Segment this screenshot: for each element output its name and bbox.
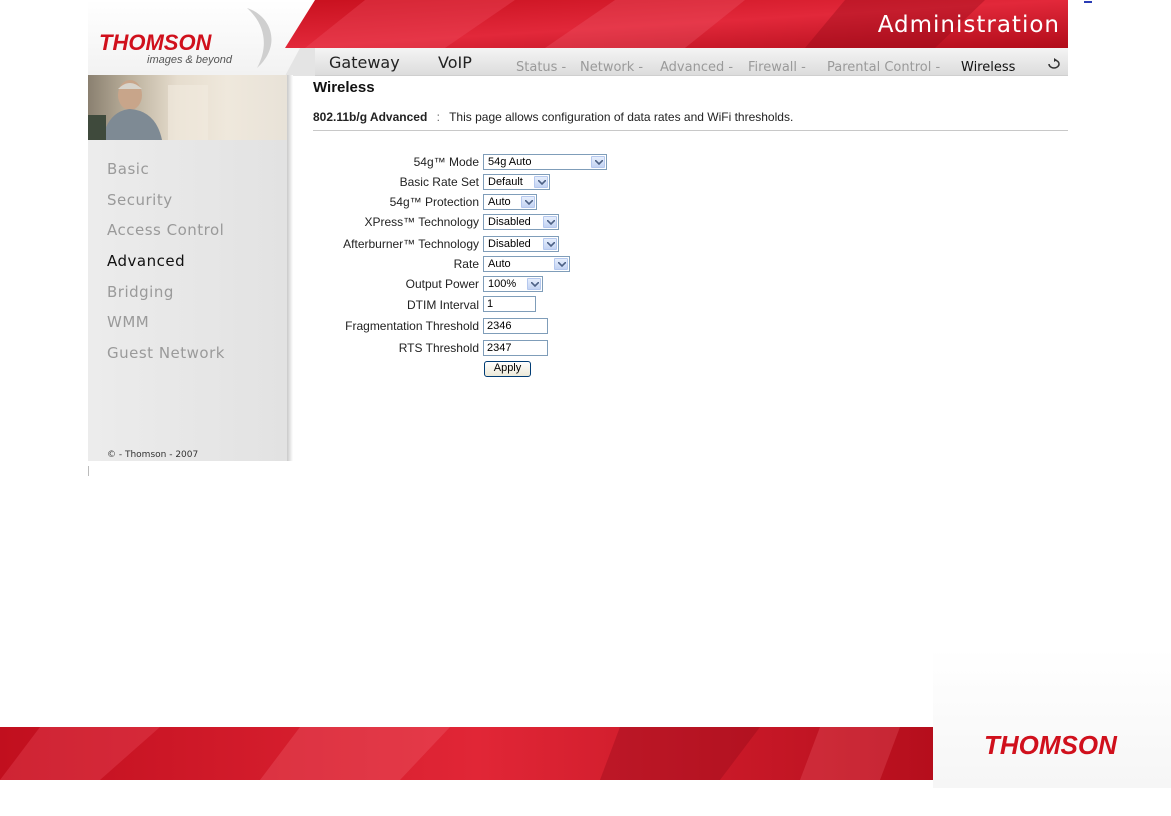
nav-bar-slant <box>285 48 315 76</box>
footer-thomson-logo: THOMSON <box>984 730 1118 760</box>
router-admin-page: THOMSON images & beyond Administration G… <box>0 0 1171 816</box>
output-power-label: Output Power <box>405 277 479 291</box>
afterburner-label: Afterburner™ Technology <box>343 237 479 251</box>
svg-text:THOMSON: THOMSON <box>99 30 213 55</box>
sidebar-item-basic[interactable]: Basic <box>107 160 149 178</box>
dtim-input[interactable]: 1 <box>483 296 536 312</box>
subnav-status[interactable]: Status - <box>516 60 566 75</box>
refresh-icon[interactable] <box>1047 58 1061 70</box>
svg-text:images & beyond: images & beyond <box>147 54 233 66</box>
rts-label: RTS Threshold <box>398 341 479 355</box>
sidebar-item-guest-network[interactable]: Guest Network <box>107 344 225 362</box>
sidebar-shadow <box>287 75 293 461</box>
rate-label: Rate <box>453 257 479 271</box>
mode-value: 54g Auto <box>488 156 532 168</box>
footer-logo-area <box>933 648 1171 788</box>
subnav-firewall[interactable]: Firewall - <box>748 60 806 75</box>
afterburner-select[interactable]: Disabled <box>483 236 559 252</box>
thomson-logo[interactable]: THOMSON images & beyond <box>97 6 277 70</box>
section-label: 802.11b/g Advanced <box>313 110 428 124</box>
separator: : <box>436 110 440 124</box>
tab-voip[interactable]: VoIP <box>438 53 472 72</box>
subnav-advanced[interactable]: Advanced - <box>660 60 733 75</box>
header-photo <box>88 75 287 140</box>
xpress-label: XPress™ Technology <box>364 215 479 229</box>
chevron-down-icon[interactable] <box>554 258 568 270</box>
subnav-wireless[interactable]: Wireless <box>961 60 1015 75</box>
protection-select[interactable]: Auto <box>483 194 537 210</box>
rate-select[interactable]: Auto <box>483 256 570 272</box>
protection-label: 54g™ Protection <box>389 195 479 209</box>
output-power-value: 100% <box>488 278 517 290</box>
chevron-down-icon[interactable] <box>591 156 605 168</box>
description-text: This page allows configuration of data r… <box>449 110 794 124</box>
sidebar-item-bridging[interactable]: Bridging <box>107 283 174 301</box>
divider <box>88 466 89 476</box>
chevron-down-icon[interactable] <box>521 196 535 208</box>
divider-line <box>313 130 1068 131</box>
apply-button[interactable]: Apply <box>484 361 531 377</box>
subnav-parental-control[interactable]: Parental Control - <box>827 60 940 75</box>
sidebar-item-advanced[interactable]: Advanced <box>107 252 185 270</box>
dtim-label: DTIM Interval <box>406 298 479 312</box>
sidebar-item-access-control[interactable]: Access Control <box>107 221 224 239</box>
fragmentation-input[interactable]: 2346 <box>483 318 548 334</box>
copyright-text: © - Thomson - 2007 <box>107 450 199 460</box>
protection-value: Auto <box>488 196 511 208</box>
page-title: Wireless <box>313 79 375 96</box>
rts-input[interactable]: 2347 <box>483 340 548 356</box>
fragmentation-label: Fragmentation Threshold <box>345 319 479 333</box>
rate-value: Auto <box>488 258 511 270</box>
mode-select[interactable]: 54g Auto <box>483 154 607 170</box>
footer-banner <box>0 727 955 780</box>
afterburner-value: Disabled <box>488 238 531 250</box>
sidebar-item-wmm[interactable]: WMM <box>107 313 149 331</box>
mode-label: 54g™ Mode <box>413 155 479 169</box>
basic-rate-value: Default <box>488 176 523 188</box>
chevron-down-icon[interactable] <box>543 216 557 228</box>
basic-rate-label: Basic Rate Set <box>399 175 479 189</box>
subnav-network[interactable]: Network - <box>580 60 643 75</box>
tab-gateway[interactable]: Gateway <box>329 53 400 72</box>
page-header-title: Administration <box>877 12 1060 38</box>
basic-rate-select[interactable]: Default <box>483 174 550 190</box>
xpress-value: Disabled <box>488 216 531 228</box>
chevron-down-icon[interactable] <box>543 238 557 250</box>
section-description: 802.11b/g Advanced : This page allows co… <box>313 110 793 124</box>
chevron-down-icon[interactable] <box>527 278 541 290</box>
output-power-select[interactable]: 100% <box>483 276 543 292</box>
corner-mark-icon <box>1084 1 1092 3</box>
sidebar-item-security[interactable]: Security <box>107 191 173 209</box>
chevron-down-icon[interactable] <box>534 176 548 188</box>
xpress-select[interactable]: Disabled <box>483 214 559 230</box>
svg-text:THOMSON: THOMSON <box>984 730 1118 760</box>
person-photo-icon <box>88 80 208 140</box>
